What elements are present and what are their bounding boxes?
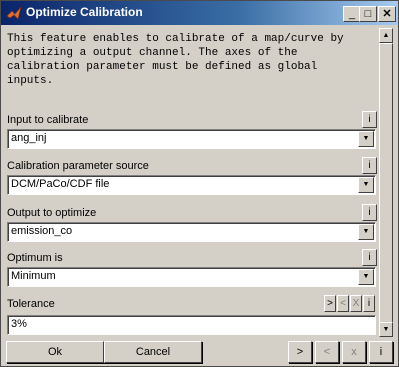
scrollbar-thumb[interactable] <box>379 43 393 323</box>
calibration-source-dropdown[interactable]: DCM/PaCo/CDF file ▼ <box>7 175 376 195</box>
dropdown-arrow-icon[interactable]: ▼ <box>358 131 374 147</box>
close-button[interactable]: ✕ <box>378 6 396 22</box>
calibration-source-value: DCM/PaCo/CDF file <box>11 178 110 190</box>
calibration-source-info-button[interactable]: i <box>362 157 377 174</box>
cancel-button[interactable]: Cancel <box>104 341 202 363</box>
ok-button[interactable]: Ok <box>6 341 104 363</box>
input-to-calibrate-info-button[interactable]: i <box>362 111 377 128</box>
dropdown-arrow-icon[interactable]: ▼ <box>358 269 374 285</box>
scroll-down-icon[interactable]: ▼ <box>379 322 393 337</box>
optimum-value: Minimum <box>11 270 56 282</box>
prev-button[interactable]: < <box>315 341 339 363</box>
output-to-optimize-dropdown[interactable]: emission_co ▼ <box>7 222 376 242</box>
optimum-label: Optimum is <box>7 252 63 264</box>
optimum-info-button[interactable]: i <box>362 249 377 266</box>
matlab-icon <box>6 6 22 20</box>
calibration-source-label: Calibration parameter source <box>7 160 149 172</box>
clear-button[interactable]: x <box>342 341 366 363</box>
maximize-button[interactable]: □ <box>359 6 377 22</box>
tolerance-clear-button[interactable]: X <box>350 295 362 312</box>
tolerance-prev-button[interactable]: < <box>337 295 349 312</box>
dropdown-arrow-icon[interactable]: ▼ <box>358 177 374 193</box>
optimum-dropdown[interactable]: Minimum ▼ <box>7 267 376 287</box>
output-to-optimize-label: Output to optimize <box>7 207 97 219</box>
optimize-calibration-window: Optimize Calibration _ □ ✕ This feature … <box>0 0 399 367</box>
output-to-optimize-info-button[interactable]: i <box>362 204 377 221</box>
tolerance-input[interactable]: 3% <box>7 315 376 335</box>
scroll-up-icon[interactable]: ▲ <box>379 28 393 43</box>
tolerance-next-button[interactable]: > <box>324 295 336 312</box>
dialog-content: This feature enables to calibrate of a m… <box>4 28 377 336</box>
input-to-calibrate-value: ang_inj <box>11 132 47 144</box>
window-title: Optimize Calibration <box>26 5 143 19</box>
description-text: This feature enables to calibrate of a m… <box>7 33 344 87</box>
next-button[interactable]: > <box>288 341 312 363</box>
title-bar[interactable]: Optimize Calibration _ □ ✕ <box>1 1 398 25</box>
output-to-optimize-value: emission_co <box>11 225 73 237</box>
info-button[interactable]: i <box>369 341 393 363</box>
input-to-calibrate-dropdown[interactable]: ang_inj ▼ <box>7 129 376 149</box>
input-to-calibrate-label: Input to calibrate <box>7 114 89 126</box>
tolerance-value: 3% <box>11 318 27 330</box>
tolerance-label: Tolerance <box>7 298 55 310</box>
dropdown-arrow-icon[interactable]: ▼ <box>358 224 374 240</box>
vertical-scrollbar[interactable]: ▲ ▼ <box>379 28 393 337</box>
tolerance-info-button[interactable]: i <box>363 295 375 312</box>
